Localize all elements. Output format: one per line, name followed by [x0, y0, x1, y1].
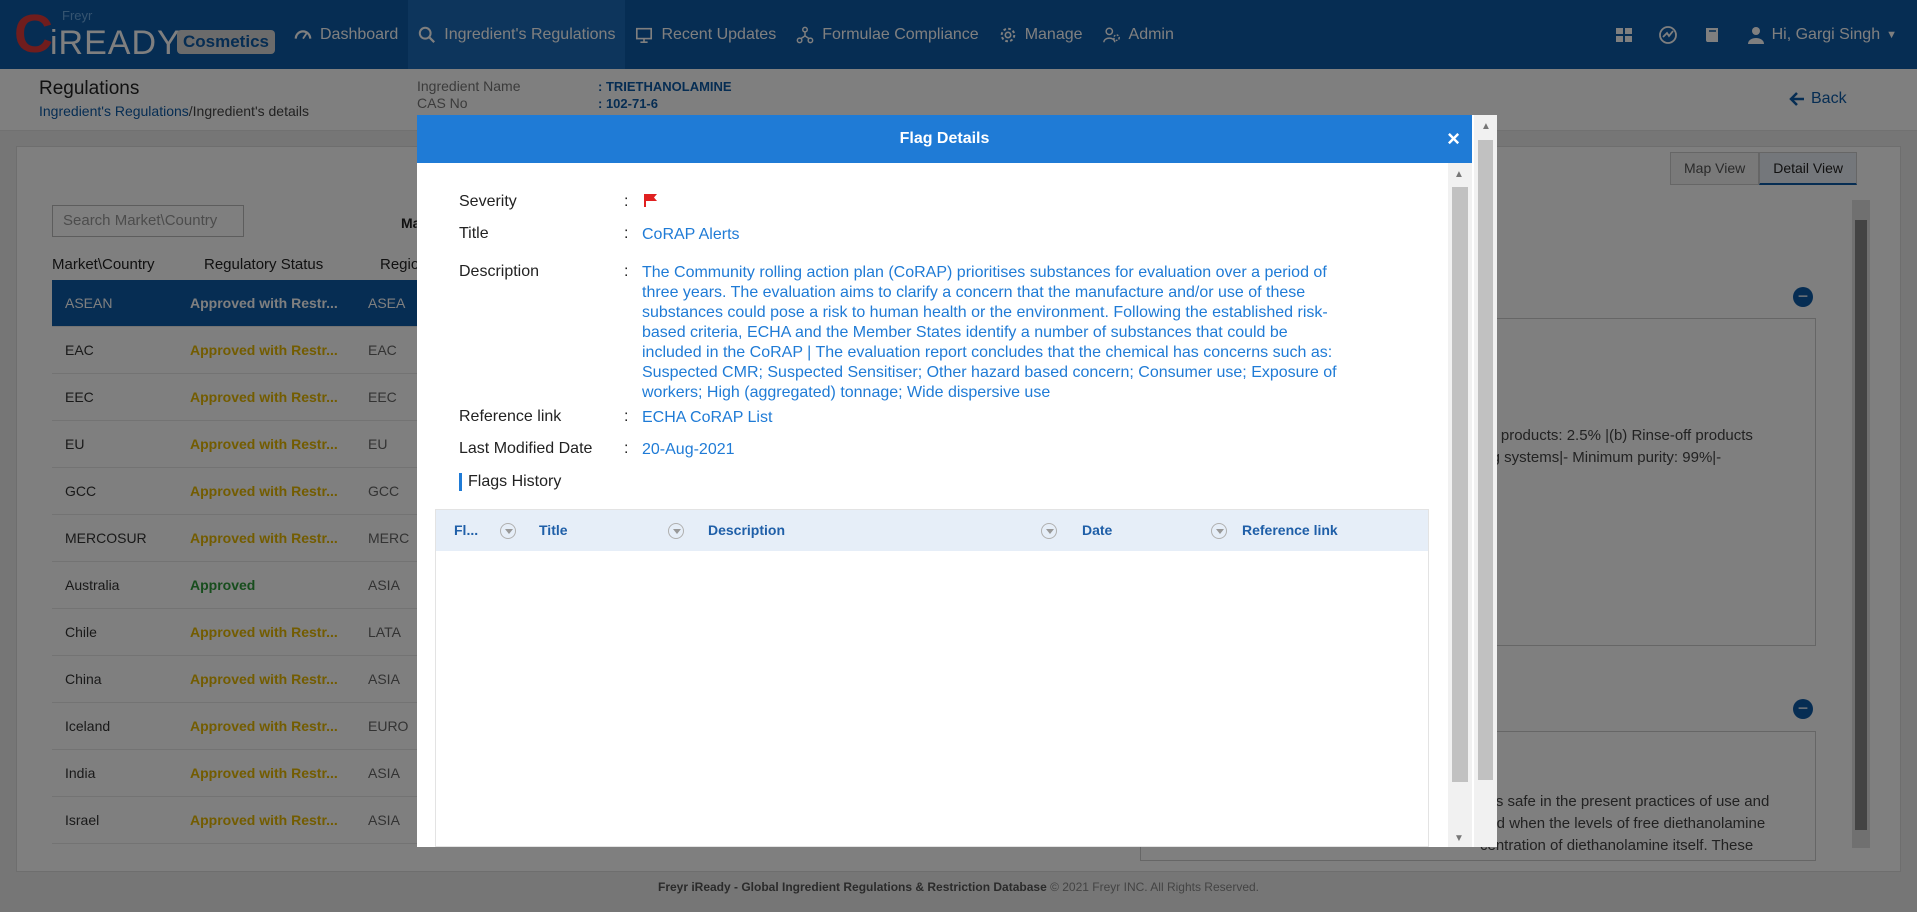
filter-icon[interactable] [668, 523, 684, 539]
col-reference-link[interactable]: Reference link [1242, 522, 1338, 538]
flags-history-heading: Flags History [459, 473, 561, 491]
colon: : [624, 408, 629, 425]
scroll-up-icon[interactable]: ▲ [1454, 169, 1464, 180]
modal-inner-scrollbar[interactable]: ▲ ▼ [1448, 163, 1472, 847]
reference-link[interactable]: ECHA CoRAP List [642, 408, 772, 428]
col-date[interactable]: Date [1082, 522, 1112, 538]
last-modified-value: 20-Aug-2021 [642, 441, 735, 458]
filter-icon[interactable] [1211, 523, 1227, 539]
flag-details-modal: Flag Details × Severity : Title : CoRAP … [417, 115, 1497, 847]
flag-icon [644, 194, 657, 207]
scroll-up-icon[interactable]: ▲ [1481, 121, 1491, 132]
reference-link-label: Reference link [459, 408, 562, 425]
colon: : [624, 193, 629, 210]
colon: : [624, 263, 629, 280]
title-label: Title [459, 225, 489, 242]
filter-icon[interactable] [500, 523, 516, 539]
title-value: CoRAP Alerts [642, 226, 740, 243]
modal-header: Flag Details × [417, 115, 1472, 163]
modal-title: Flag Details [899, 130, 990, 147]
flags-history-table: Fl... Title Description Date Reference l… [435, 509, 1429, 847]
last-modified-label: Last Modified Date [459, 440, 593, 457]
filter-icon[interactable] [1041, 523, 1057, 539]
col-description[interactable]: Description [708, 522, 785, 538]
col-flag[interactable]: Fl... [454, 522, 478, 538]
col-title[interactable]: Title [539, 522, 568, 538]
close-icon[interactable]: × [1447, 115, 1460, 163]
scroll-down-icon[interactable]: ▼ [1454, 833, 1464, 844]
modal-outer-scrollbar[interactable]: ▲ [1474, 115, 1497, 847]
table-header: Fl... Title Description Date Reference l… [436, 510, 1428, 551]
severity-label: Severity [459, 193, 517, 210]
description-label: Description [459, 263, 540, 280]
description-value: The Community rolling action plan (CoRAP… [642, 264, 1337, 401]
colon: : [624, 440, 629, 457]
colon: : [624, 225, 629, 242]
